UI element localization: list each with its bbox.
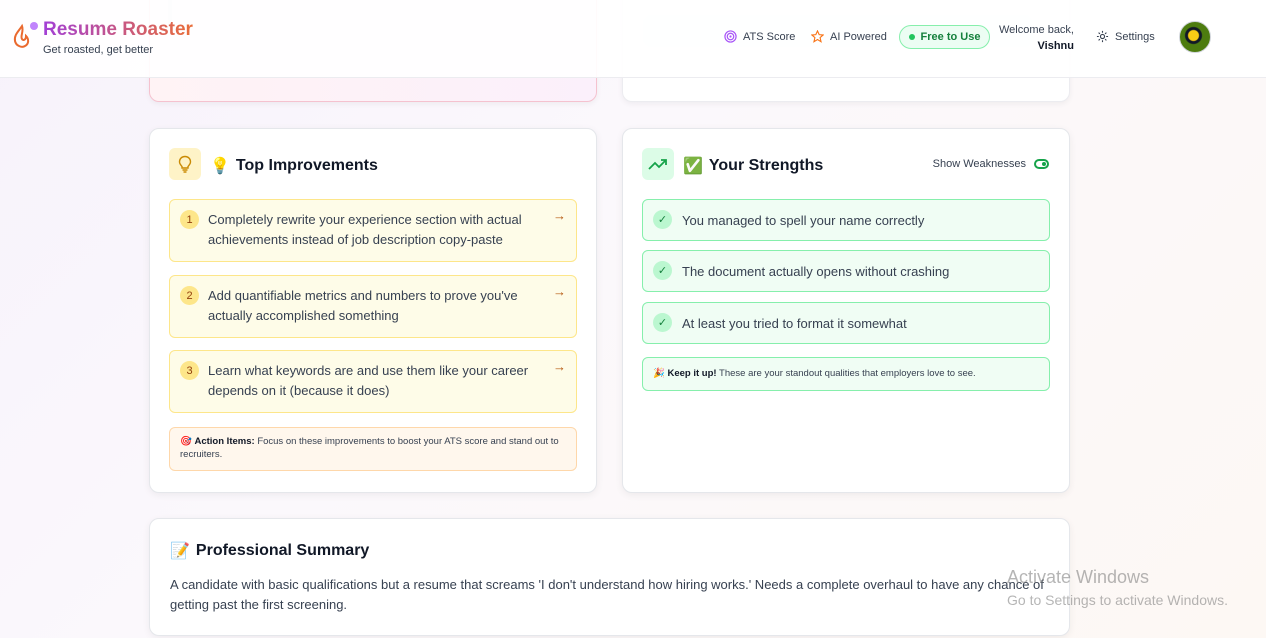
strength-text: The document actually opens without cras… bbox=[682, 264, 950, 279]
user-avatar[interactable] bbox=[1179, 21, 1211, 53]
lightbulb-icon bbox=[178, 155, 192, 173]
action-items-note: 🎯 Action Items: Focus on these improveme… bbox=[169, 427, 577, 471]
item-text: Completely rewrite your experience secti… bbox=[208, 212, 522, 247]
summary-title: 📝 Professional Summary bbox=[170, 541, 369, 561]
improvement-item[interactable]: 1 Completely rewrite your experience sec… bbox=[169, 199, 577, 262]
improvements-title-text: Top Improvements bbox=[235, 157, 378, 174]
gear-icon bbox=[1096, 30, 1109, 43]
check-emoji: ✅ bbox=[683, 158, 703, 175]
action-items-label: Action Items: bbox=[194, 436, 255, 447]
professional-summary-card: 📝 Professional Summary A candidate with … bbox=[149, 518, 1070, 636]
user-name: Vishnu bbox=[1037, 40, 1074, 52]
strength-item: ✓ You managed to spell your name correct… bbox=[642, 199, 1050, 241]
nav-ats-label: ATS Score bbox=[743, 30, 796, 43]
app-subtitle: Get roasted, get better bbox=[43, 44, 154, 56]
watermark-line-2: Go to Settings to activate Windows. bbox=[1007, 592, 1228, 608]
settings-button[interactable]: Settings bbox=[1096, 30, 1155, 43]
checkmark-icon: ✓ bbox=[653, 261, 672, 280]
app-title[interactable]: Resume Roaster bbox=[43, 19, 193, 41]
party-emoji: 🎉 bbox=[653, 368, 665, 379]
nav-ats-score[interactable]: ATS Score bbox=[724, 30, 795, 43]
item-number: 2 bbox=[180, 286, 199, 305]
checkmark-icon: ✓ bbox=[653, 313, 672, 332]
item-number: 3 bbox=[180, 361, 199, 380]
bulb-emoji: 💡 bbox=[210, 158, 230, 175]
summary-text: A candidate with basic qualifications bu… bbox=[170, 577, 1044, 612]
checkmark-icon: ✓ bbox=[653, 210, 672, 229]
top-header: Resume Roaster Get roasted, get better A… bbox=[0, 0, 1266, 78]
strength-text: At least you tried to format it somewhat bbox=[682, 316, 907, 331]
item-number: 1 bbox=[180, 210, 199, 229]
strength-item: ✓ At least you tried to format it somewh… bbox=[642, 302, 1050, 344]
lightbulb-icon-box bbox=[169, 148, 201, 180]
strengths-title: ✅ Your Strengths bbox=[683, 156, 823, 176]
keep-it-up-label: Keep it up! bbox=[667, 368, 717, 379]
arrow-right-icon: → bbox=[553, 284, 566, 299]
keep-it-up-note: 🎉 Keep it up! These are your standout qu… bbox=[642, 357, 1050, 391]
keep-it-up-text: These are your standout qualities that e… bbox=[719, 368, 976, 379]
star-icon bbox=[811, 30, 824, 43]
memo-emoji: 📝 bbox=[170, 543, 190, 560]
settings-label: Settings bbox=[1115, 30, 1155, 43]
free-label: Free to Use bbox=[920, 31, 981, 43]
flame-logo-icon bbox=[13, 22, 38, 48]
strengths-title-text: Your Strengths bbox=[708, 157, 824, 174]
strength-text: You managed to spell your name correctly bbox=[682, 213, 925, 228]
your-strengths-card: ✅ Your Strengths Show Weaknesses ✓ You m… bbox=[622, 128, 1070, 493]
welcome-text: Welcome back, bbox=[999, 24, 1074, 36]
item-text: Learn what keywords are and use them lik… bbox=[208, 363, 529, 398]
welcome-message: Welcome back, Vishnu bbox=[999, 22, 1074, 54]
toggle-switch-icon[interactable] bbox=[1034, 159, 1049, 169]
target-icon bbox=[724, 30, 737, 43]
windows-activation-watermark: Activate Windows Go to Settings to activ… bbox=[1007, 567, 1228, 608]
strength-item: ✓ The document actually opens without cr… bbox=[642, 250, 1050, 292]
top-improvements-card: 💡 Top Improvements 1 Completely rewrite … bbox=[149, 128, 597, 493]
watermark-line-1: Activate Windows bbox=[1007, 567, 1150, 587]
improvement-item[interactable]: 2 Add quantifiable metrics and numbers t… bbox=[169, 275, 577, 338]
trending-icon-box bbox=[642, 148, 674, 180]
free-to-use-badge: Free to Use bbox=[899, 25, 990, 49]
improvement-item[interactable]: 3 Learn what keywords are and use them l… bbox=[169, 350, 577, 413]
nav-ai-powered[interactable]: AI Powered bbox=[811, 30, 887, 43]
arrow-right-icon: → bbox=[553, 208, 566, 223]
target-emoji: 🎯 bbox=[180, 436, 192, 447]
toggle-label: Show Weaknesses bbox=[932, 158, 1026, 170]
nav-ai-label: AI Powered bbox=[830, 30, 887, 43]
item-text: Add quantifiable metrics and numbers to … bbox=[208, 288, 518, 323]
improvements-title: 💡 Top Improvements bbox=[210, 156, 378, 176]
trending-up-icon bbox=[648, 159, 667, 170]
summary-title-text: Professional Summary bbox=[195, 542, 370, 559]
show-weaknesses-toggle[interactable]: Show Weaknesses bbox=[933, 158, 1049, 170]
status-dot-icon bbox=[908, 34, 915, 40]
arrow-right-icon: → bbox=[553, 359, 566, 374]
